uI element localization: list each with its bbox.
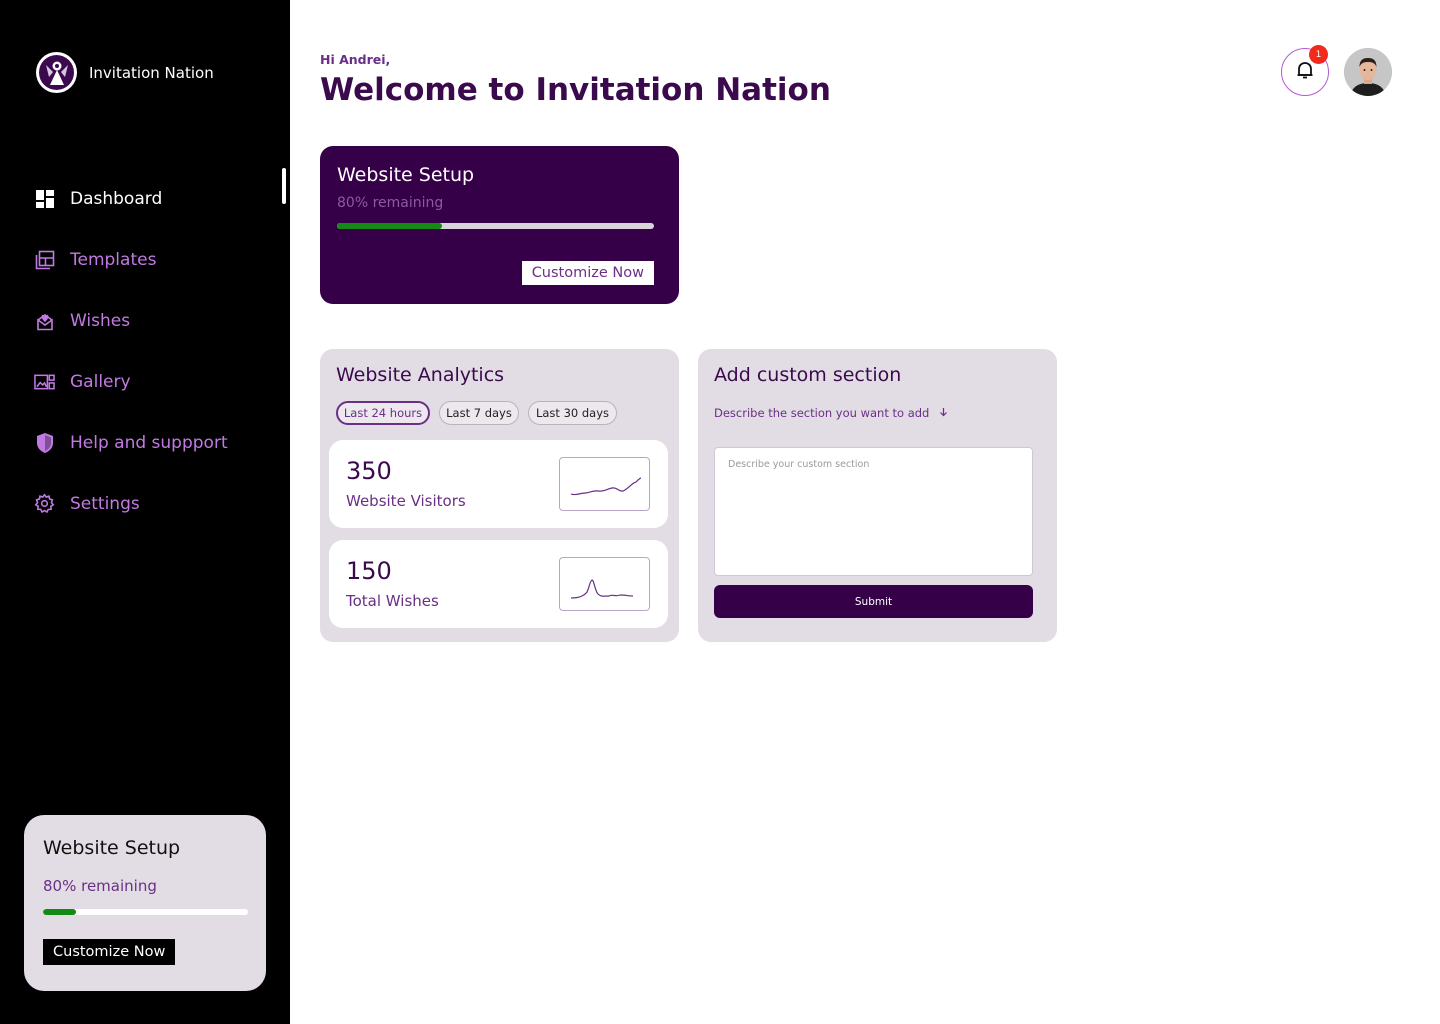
- sidebar-nav: Dashboard Templates Wishes Gallery Help …: [34, 168, 290, 534]
- setup-progress: [337, 223, 654, 229]
- brand[interactable]: Invitation Nation: [36, 52, 214, 93]
- custom-section-input[interactable]: [714, 447, 1033, 576]
- sidebar-item-label: Gallery: [70, 371, 131, 392]
- shield-icon: [34, 432, 55, 453]
- sidebar-item-label: Wishes: [70, 310, 131, 331]
- website-setup-card: Website Setup 80% remaining Customize No…: [320, 146, 679, 304]
- custom-section-title: Add custom section: [714, 364, 902, 386]
- greeting: Hi Andrei,: [320, 52, 391, 67]
- submit-button[interactable]: Submit: [714, 585, 1033, 618]
- wishes-icon: [34, 310, 55, 331]
- sidebar: Invitation Nation Dashboard Templates Wi…: [0, 0, 290, 1024]
- website-analytics-card: Website Analytics Last 24 hours Last 7 d…: [320, 349, 679, 642]
- setup-title: Website Setup: [337, 164, 475, 186]
- notification-badge: 1: [1309, 45, 1328, 64]
- stat-card-wishes: 150 Total Wishes: [329, 540, 668, 628]
- customize-now-button[interactable]: Customize Now: [521, 261, 654, 285]
- avatar[interactable]: [1344, 48, 1392, 96]
- templates-icon: [34, 249, 55, 270]
- sidebar-item-dashboard[interactable]: Dashboard: [34, 168, 290, 229]
- add-custom-section-card: Add custom section Describe the section …: [698, 349, 1057, 642]
- sidebar-item-label: Templates: [70, 249, 157, 270]
- gear-icon: [34, 493, 55, 514]
- range-last-30-days[interactable]: Last 30 days: [528, 401, 617, 425]
- setup-progress-fill: [337, 223, 442, 229]
- sidebar-setup-remaining: 80% remaining: [43, 877, 157, 895]
- dashboard-icon: [34, 188, 55, 209]
- page-title: Welcome to Invitation Nation: [320, 72, 831, 108]
- active-indicator: [282, 168, 286, 204]
- stat-value: 350: [346, 457, 392, 485]
- sidebar-item-gallery[interactable]: Gallery: [34, 351, 290, 412]
- setup-remaining: 80% remaining: [337, 195, 444, 211]
- analytics-title: Website Analytics: [336, 364, 505, 386]
- sidebar-item-label: Help and suppport: [70, 432, 228, 453]
- range-last-7-days[interactable]: Last 7 days: [439, 401, 519, 425]
- custom-section-hint[interactable]: Describe the section you want to add: [714, 406, 948, 420]
- stat-value: 150: [346, 557, 392, 585]
- visitors-sparkline: [559, 457, 650, 511]
- stat-label: Website Visitors: [346, 492, 466, 510]
- sidebar-setup-card: Website Setup 80% remaining Customize No…: [24, 815, 266, 991]
- sidebar-item-wishes[interactable]: Wishes: [34, 290, 290, 351]
- arrow-down-icon: [939, 406, 948, 420]
- sidebar-setup-progress-fill: [43, 909, 76, 915]
- brand-name: Invitation Nation: [89, 63, 214, 82]
- sidebar-item-label: Settings: [70, 493, 140, 514]
- stat-label: Total Wishes: [346, 592, 439, 610]
- sidebar-item-settings[interactable]: Settings: [34, 473, 290, 534]
- range-last-24-hours[interactable]: Last 24 hours: [336, 401, 430, 425]
- bell-icon: [1295, 60, 1315, 84]
- custom-section-hint-text: Describe the section you want to add: [714, 406, 930, 420]
- sidebar-item-help[interactable]: Help and suppport: [34, 412, 290, 473]
- sidebar-customize-button[interactable]: Customize Now: [43, 939, 176, 965]
- sidebar-setup-progress: [43, 909, 248, 915]
- gallery-icon: [34, 371, 55, 392]
- wishes-sparkline: [559, 557, 650, 611]
- stat-card-visitors: 350 Website Visitors: [329, 440, 668, 528]
- sidebar-item-templates[interactable]: Templates: [34, 229, 290, 290]
- fairy-logo-icon: [36, 52, 77, 93]
- sidebar-item-label: Dashboard: [70, 188, 163, 209]
- sidebar-setup-title: Website Setup: [43, 837, 181, 859]
